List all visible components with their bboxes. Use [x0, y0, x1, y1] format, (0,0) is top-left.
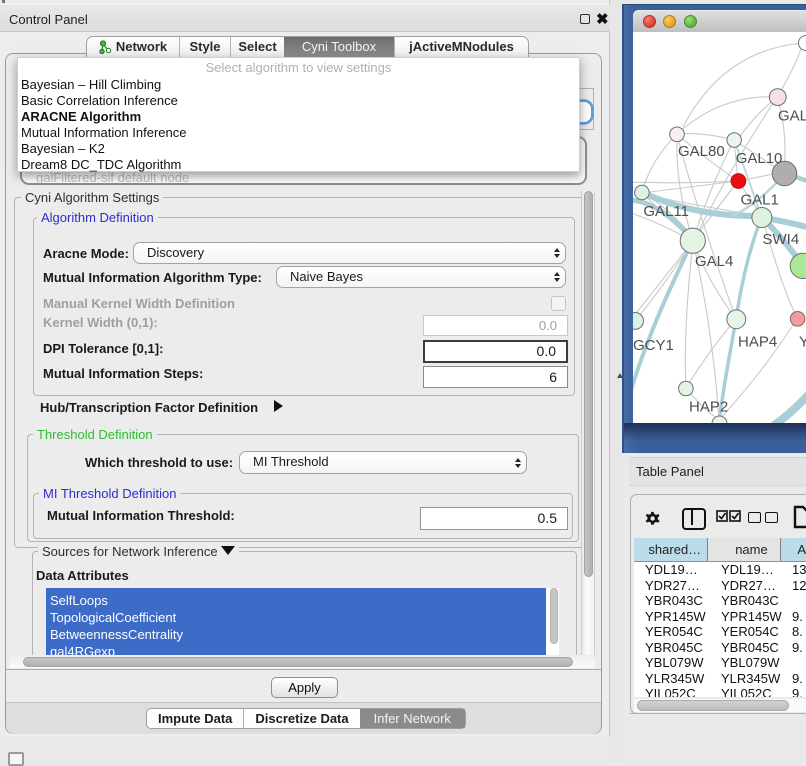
svg-text:SWI4: SWI4	[763, 231, 800, 248]
svg-text:GAL2: GAL2	[778, 108, 806, 125]
svg-text:YD: YD	[799, 334, 806, 351]
svg-text:GAL1: GAL1	[741, 192, 779, 209]
svg-text:GAL11: GAL11	[643, 203, 689, 220]
svg-text:GCY1: GCY1	[633, 337, 674, 354]
svg-text:GAL80: GAL80	[678, 143, 725, 160]
svg-text:GAL10: GAL10	[736, 150, 783, 167]
svg-text:HAP4: HAP4	[738, 334, 777, 351]
svg-text:HAP2: HAP2	[689, 399, 728, 416]
svg-text:GAL4: GAL4	[695, 253, 733, 270]
